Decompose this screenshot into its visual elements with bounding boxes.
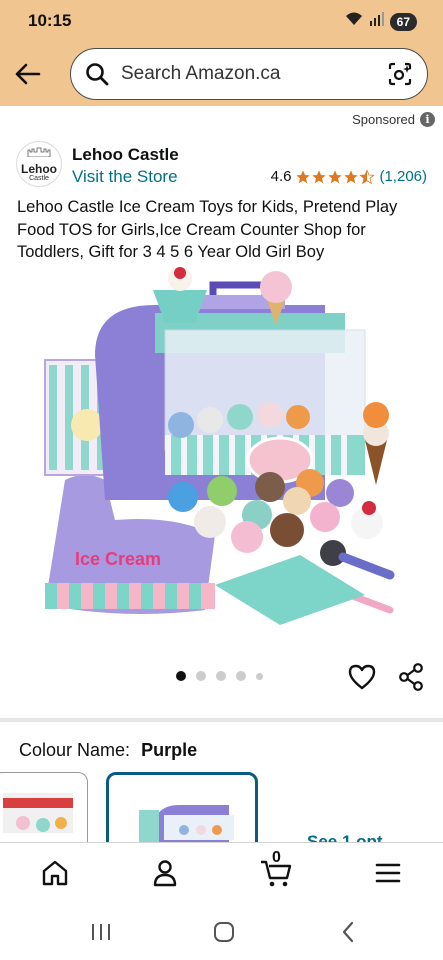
star-icon	[344, 169, 359, 183]
camera-lens-icon[interactable]	[387, 61, 413, 92]
brand-logo-subtext: Castle	[29, 174, 49, 182]
brand-logo[interactable]: Lehoo Castle	[16, 141, 62, 187]
colour-row: Colour Name: Purple	[19, 740, 197, 761]
product-image[interactable]: Ice Cream	[35, 265, 407, 630]
recents-button[interactable]	[86, 918, 116, 946]
rating-count: (1,206)	[379, 168, 427, 185]
colour-label: Colour Name:	[19, 740, 131, 760]
status-icons: 67	[344, 11, 417, 32]
search-input[interactable]	[121, 49, 381, 98]
search-icon	[85, 62, 109, 91]
star-icon	[296, 169, 311, 183]
share-icon	[399, 663, 423, 691]
castle-icon	[27, 147, 51, 157]
carousel-dot[interactable]	[236, 671, 246, 681]
sponsored-text: Sponsored	[352, 112, 415, 127]
header	[0, 42, 443, 106]
rating[interactable]: 4.6 (1,206)	[271, 168, 427, 185]
star-half-icon	[359, 168, 376, 184]
heart-icon	[348, 664, 376, 690]
colour-value: Purple	[141, 740, 198, 760]
star-icon	[312, 169, 327, 183]
image-carousel-dots[interactable]	[176, 671, 263, 681]
home-square-icon	[214, 922, 234, 942]
back-arrow-icon	[15, 63, 41, 85]
back-button[interactable]	[10, 56, 46, 92]
carousel-dot[interactable]	[196, 671, 206, 681]
system-nav-bar	[0, 904, 443, 960]
rating-value: 4.6	[270, 168, 292, 185]
star-icon	[328, 169, 343, 183]
recents-icon	[92, 924, 110, 940]
back-system-button[interactable]	[333, 918, 363, 946]
battery-indicator: 67	[389, 12, 417, 31]
product-title[interactable]: Lehoo Castle Ice Cream Toys for Kids, Pr…	[17, 196, 427, 264]
home-icon	[42, 860, 68, 886]
nav-account[interactable]	[143, 853, 187, 893]
cart-count: 0	[272, 849, 281, 866]
section-divider	[0, 718, 443, 722]
nav-menu[interactable]	[366, 853, 410, 893]
carousel-dot[interactable]	[216, 671, 226, 681]
search-box[interactable]	[70, 48, 428, 100]
wifi-icon	[344, 11, 364, 32]
home-system-button[interactable]	[209, 918, 239, 946]
account-icon	[153, 860, 177, 887]
brand-logo-text: Lehoo	[21, 161, 57, 176]
visit-store-link[interactable]: Visit the Store	[72, 167, 178, 187]
variant-swatch[interactable]	[0, 772, 88, 852]
carousel-dot[interactable]	[256, 672, 263, 680]
brand-name[interactable]: Lehoo Castle	[72, 145, 179, 165]
chevron-left-icon	[342, 921, 354, 943]
share-button[interactable]	[394, 660, 428, 694]
bottom-nav: 0	[0, 842, 443, 904]
signal-icon	[369, 12, 384, 31]
nav-cart[interactable]: 0	[254, 849, 298, 893]
menu-icon	[375, 863, 401, 883]
variant-swatch-selected[interactable]	[106, 772, 258, 852]
wishlist-button[interactable]	[345, 660, 379, 694]
star-rating	[295, 168, 376, 185]
sponsored-label: Sponsored i	[352, 112, 435, 127]
status-time: 10:15	[28, 11, 72, 30]
carousel-dot-active[interactable]	[176, 671, 186, 681]
status-bar: 10:15 67	[0, 0, 443, 42]
nav-home[interactable]	[33, 853, 77, 893]
info-icon[interactable]: i	[420, 112, 435, 127]
apron-ice-cream-label: Ice Cream	[75, 549, 161, 569]
